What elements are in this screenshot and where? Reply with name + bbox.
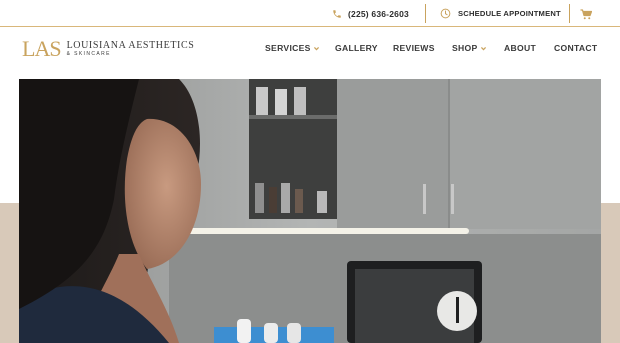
topbar-divider — [425, 4, 426, 23]
logo-name: LOUISIANA AESTHETICS — [66, 40, 195, 51]
nav-item-label: CONTACT — [554, 43, 598, 53]
nav-item-about[interactable]: ABOUT — [504, 43, 536, 53]
phone-link[interactable]: (225) 636-2603 — [332, 6, 409, 21]
nav-item-contact[interactable]: CONTACT — [554, 43, 597, 53]
phone-icon — [333, 9, 341, 18]
nav-item-shop[interactable]: SHOP — [452, 43, 487, 53]
clock-icon — [440, 8, 451, 19]
chevron-down-icon — [480, 46, 486, 50]
nav-item-label: SHOP — [452, 43, 478, 53]
nav-item-services[interactable]: SERVICES — [265, 43, 320, 53]
topbar-divider — [569, 4, 570, 23]
cart-button[interactable] — [580, 7, 594, 20]
logo-wordmark: LOUISIANA AESTHETICS & SKINCARE — [67, 41, 195, 57]
site-logo[interactable]: LAS LOUISIANA AESTHETICS & SKINCARE — [22, 38, 194, 60]
hero-image — [19, 79, 601, 343]
logo-subtitle: & SKINCARE — [66, 51, 111, 57]
schedule-appointment-label: SCHEDULE APPOINTMENT — [458, 9, 561, 18]
nav-item-label: GALLERY — [335, 43, 378, 53]
nav-item-label: REVIEWS — [393, 43, 435, 53]
top-utility-bar: (225) 636-2603 SCHEDULE APPOINTMENT — [0, 0, 620, 27]
phone-number: (225) 636-2603 — [348, 8, 409, 19]
cart-icon — [580, 9, 593, 20]
schedule-appointment-link[interactable]: SCHEDULE APPOINTMENT — [440, 6, 561, 21]
nav-item-gallery[interactable]: GALLERY — [335, 43, 378, 53]
logo-mark: LAS — [22, 36, 62, 61]
nav-item-label: SERVICES — [265, 43, 311, 53]
nav-item-reviews[interactable]: REVIEWS — [393, 43, 435, 53]
nav-item-label: ABOUT — [504, 43, 537, 53]
hero-photo — [19, 79, 601, 343]
chevron-down-icon — [313, 46, 319, 50]
